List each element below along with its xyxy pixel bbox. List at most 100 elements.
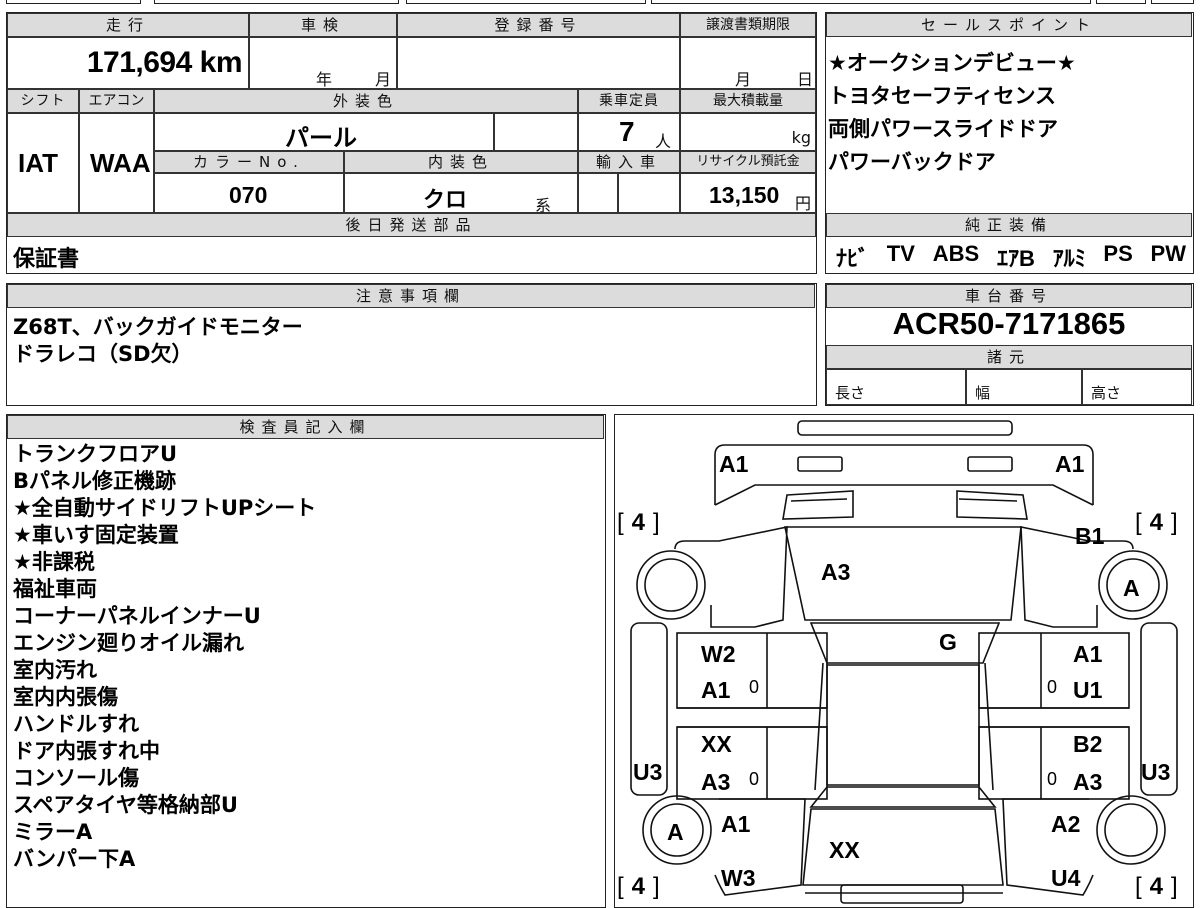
seating-value: 7 — [619, 116, 635, 147]
inspector-line: 室内汚れ — [13, 658, 97, 682]
ac-cell: WAA — [79, 113, 154, 213]
width-label: 幅 — [975, 384, 991, 402]
right-front-fender-label: B1 — [1075, 523, 1105, 549]
mileage-cell: 171,694 km — [7, 37, 249, 89]
recycle-cell: 13,150 円 — [680, 173, 816, 213]
equipment-header: 純正装備 — [826, 213, 1192, 237]
damage-diagram-panel: A1 A1 [4] [4] [4] [4] B1 A A3 G W2 A1 0 … — [614, 414, 1194, 908]
mileage-value: 171,694 km — [86, 46, 243, 79]
inspector-line: 福祉車両 — [13, 577, 97, 601]
color-no-value: 070 — [229, 182, 268, 208]
caution-header: 注意事項欄 — [7, 284, 815, 308]
chassis-panel: 車台番号 ACR50-7171865 諸元 長さ 幅 高さ — [825, 283, 1194, 406]
caution-list: Z68T、バックガイドモニター ドラレコ（SD欠） — [13, 314, 303, 368]
hood-label: A3 — [821, 559, 851, 585]
exterior-value: パール — [285, 124, 357, 152]
inspector-line: バンパー下A — [13, 847, 136, 871]
length-cell: 長さ — [826, 369, 966, 405]
left-rear-door-label-1: XX — [701, 731, 732, 757]
equipment-navi: ﾅﾋﾞ — [836, 246, 870, 271]
exterior-cell: パール — [154, 113, 494, 152]
import-cell-b — [618, 173, 680, 213]
inspector-line: スペアタイヤ等格納部U — [13, 793, 238, 817]
equipment-tv: TV — [886, 241, 915, 266]
left-front-zero: 0 — [749, 677, 760, 697]
maxload-cell: kg — [680, 113, 816, 151]
right-rear-quarter-label-2: U4 — [1051, 865, 1081, 891]
left-rear-wheel-label: A — [667, 819, 684, 845]
right-rear-quarter-label-1: A2 — [1051, 811, 1081, 837]
right-rear-zero: 0 — [1047, 769, 1058, 789]
shift-header: シフト — [7, 89, 79, 113]
left-rear-quarter-label-1: A1 — [721, 811, 751, 837]
right-sill-label: U3 — [1141, 759, 1171, 785]
inspection-header: 車検 — [249, 13, 397, 37]
inspector-line: ★車いす固定装置 — [13, 523, 179, 547]
transfer-header: 譲渡書類期限 — [680, 13, 816, 37]
transfer-cell: 月 日 — [680, 37, 816, 89]
height-label: 高さ — [1091, 384, 1122, 402]
inspection-cell: 年 月 — [249, 37, 397, 89]
sales-point-line: 両側パワースライドドア — [828, 117, 1058, 141]
interior-header: 内装色 — [344, 151, 578, 173]
recycle-unit: 円 — [794, 194, 811, 213]
transfer-month-label: 月 — [735, 70, 752, 89]
caution-line: Z68T、バックガイドモニター — [13, 315, 303, 339]
inspector-line: コンソール傷 — [13, 766, 139, 790]
maxload-unit: kg — [791, 128, 811, 147]
right-front-zero: 0 — [1047, 677, 1058, 697]
inspector-line: エンジン廻りオイル漏れ — [13, 631, 244, 655]
later-parts-header: 後日発送部品 — [7, 213, 816, 237]
inspection-month-label: 月 — [375, 70, 392, 89]
height-cell: 高さ — [1082, 369, 1192, 405]
inspector-header: 検査員記入欄 — [7, 415, 604, 439]
seating-header: 乗車定員 — [578, 89, 680, 113]
specs-header: 諸元 — [826, 345, 1192, 369]
inspector-list: トランクフロアU Bパネル修正機跡 ★全自動サイドリフトUPシート ★車いす固定… — [13, 441, 316, 873]
exterior-extra-cell — [494, 113, 578, 151]
equipment-list: ﾅﾋﾞ TV ABS ｴｱB ｱﾙﾐ PS PW — [836, 241, 1186, 273]
vehicle-info-panel: 走行 車検 登録番号 譲渡書類期限 171,694 km 年 月 月 日 シフト… — [6, 12, 817, 274]
mileage-header: 走行 — [7, 13, 249, 37]
chassis-number: ACR50-7171865 — [892, 306, 1126, 341]
interior-value: クロ — [423, 188, 468, 213]
inspector-line: ミラーA — [13, 820, 93, 844]
equipment-pw: PW — [1150, 241, 1186, 266]
inspector-line: Bパネル修正機跡 — [13, 469, 177, 493]
seating-unit: 人 — [655, 132, 672, 151]
registration-header: 登録番号 — [397, 13, 680, 37]
length-label: 長さ — [835, 384, 866, 402]
roof-label: G — [939, 629, 957, 655]
equipment-alloy: ｱﾙﾐ — [1052, 246, 1086, 271]
inspector-line: トランクフロアU — [13, 442, 178, 466]
inspector-line: 室内内張傷 — [13, 685, 118, 709]
tire-front-right: [4] — [1135, 509, 1186, 536]
right-rear-door-label-1: B2 — [1073, 731, 1103, 757]
seating-cell: 7 人 — [578, 113, 680, 151]
sales-point-line: パワーバックドア — [828, 150, 996, 174]
color-no-cell: 070 — [154, 173, 344, 213]
left-front-door-label-1: W2 — [701, 641, 736, 667]
right-rear-door-label-2: A3 — [1073, 769, 1103, 795]
transfer-day-label: 日 — [797, 70, 814, 89]
left-rear-door-label-2: A3 — [701, 769, 731, 795]
equipment-ps: PS — [1103, 241, 1133, 266]
equipment-abs: ABS — [932, 241, 980, 266]
inspector-panel: 検査員記入欄 トランクフロアU Bパネル修正機跡 ★全自動サイドリフトUPシート… — [6, 414, 606, 908]
tire-rear-left: [4] — [617, 873, 668, 900]
tire-rear-right: [4] — [1135, 873, 1186, 900]
color-no-header: カラーNo. — [154, 151, 344, 173]
inspector-line: ハンドルすれ — [13, 712, 139, 736]
left-rear-quarter-label-2: W3 — [721, 865, 756, 891]
left-sill-label: U3 — [633, 759, 663, 785]
import-header: 輸入車 — [578, 151, 680, 173]
chassis-header: 車台番号 — [826, 284, 1192, 308]
later-parts-value: 保証書 — [13, 247, 80, 272]
import-cell-a — [578, 173, 618, 213]
tire-front-left: [4] — [617, 509, 668, 536]
left-rear-zero: 0 — [749, 769, 760, 789]
right-front-wheel-label: A — [1123, 575, 1140, 601]
left-front-door-label-2: A1 — [701, 677, 731, 703]
sales-point-line: ★オークションデビュー★ — [828, 51, 1076, 75]
caution-line: ドラレコ（SD欠） — [13, 342, 193, 366]
